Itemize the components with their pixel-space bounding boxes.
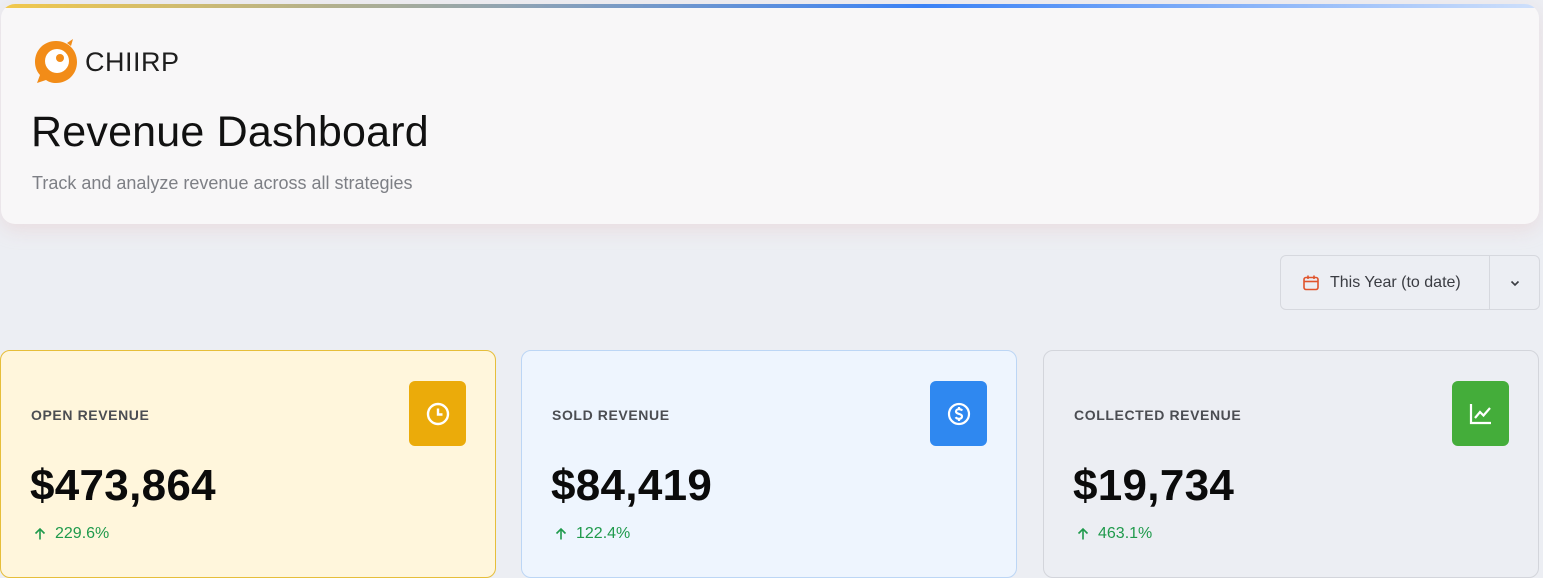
chevron-down-icon xyxy=(1510,280,1519,286)
metric-label: COLLECTED REVENUE xyxy=(1074,407,1242,423)
chiirp-bird-logo-icon xyxy=(35,39,77,83)
date-range-filter[interactable]: This Year (to date) xyxy=(1280,255,1540,310)
metric-value: $473,864 xyxy=(30,461,216,510)
metric-icon-badge xyxy=(930,381,987,446)
revenue-dashboard-page: CHIIRP Revenue Dashboard Track and analy… xyxy=(0,0,1543,578)
trend-chart-icon xyxy=(1469,403,1491,424)
metric-value: $19,734 xyxy=(1073,461,1235,510)
dollar-circle-icon xyxy=(947,402,970,425)
date-range-label: This Year (to date) xyxy=(1330,273,1461,291)
metric-change: 122.4% xyxy=(554,525,630,543)
date-range-select[interactable]: This Year (to date) xyxy=(1281,256,1490,309)
page-subtitle: Track and analyze revenue across all str… xyxy=(32,173,413,193)
dashboard-header: CHIIRP Revenue Dashboard Track and analy… xyxy=(1,4,1539,224)
metric-change-value: 463.1% xyxy=(1098,525,1153,542)
metric-change-value: 122.4% xyxy=(576,525,631,542)
metric-change: 229.6% xyxy=(33,525,109,543)
metric-label: OPEN REVENUE xyxy=(31,407,150,423)
clock-icon xyxy=(426,402,449,425)
metric-change: 463.1% xyxy=(1076,525,1152,543)
arrow-up-icon xyxy=(1077,527,1089,540)
page-title: Revenue Dashboard xyxy=(31,108,429,156)
metric-icon-badge xyxy=(1452,381,1509,446)
metric-icon-badge xyxy=(409,381,466,446)
brand-name: CHIIRP xyxy=(85,46,180,77)
metric-label: SOLD REVENUE xyxy=(552,407,670,423)
arrow-up-icon xyxy=(555,527,567,540)
sold-revenue-card[interactable]: SOLD REVENUE $84,419 122.4% xyxy=(521,350,1017,578)
open-revenue-card[interactable]: OPEN REVENUE $473,864 229.6% xyxy=(0,350,496,578)
calendar-icon xyxy=(1303,275,1319,290)
arrow-up-icon xyxy=(34,527,46,540)
metric-change-value: 229.6% xyxy=(55,525,110,542)
collected-revenue-card[interactable]: COLLECTED REVENUE $19,734 463.1% xyxy=(1043,350,1539,578)
date-range-dropdown-toggle[interactable] xyxy=(1490,256,1539,309)
metric-value: $84,419 xyxy=(551,461,713,510)
brand[interactable]: CHIIRP xyxy=(31,37,180,87)
